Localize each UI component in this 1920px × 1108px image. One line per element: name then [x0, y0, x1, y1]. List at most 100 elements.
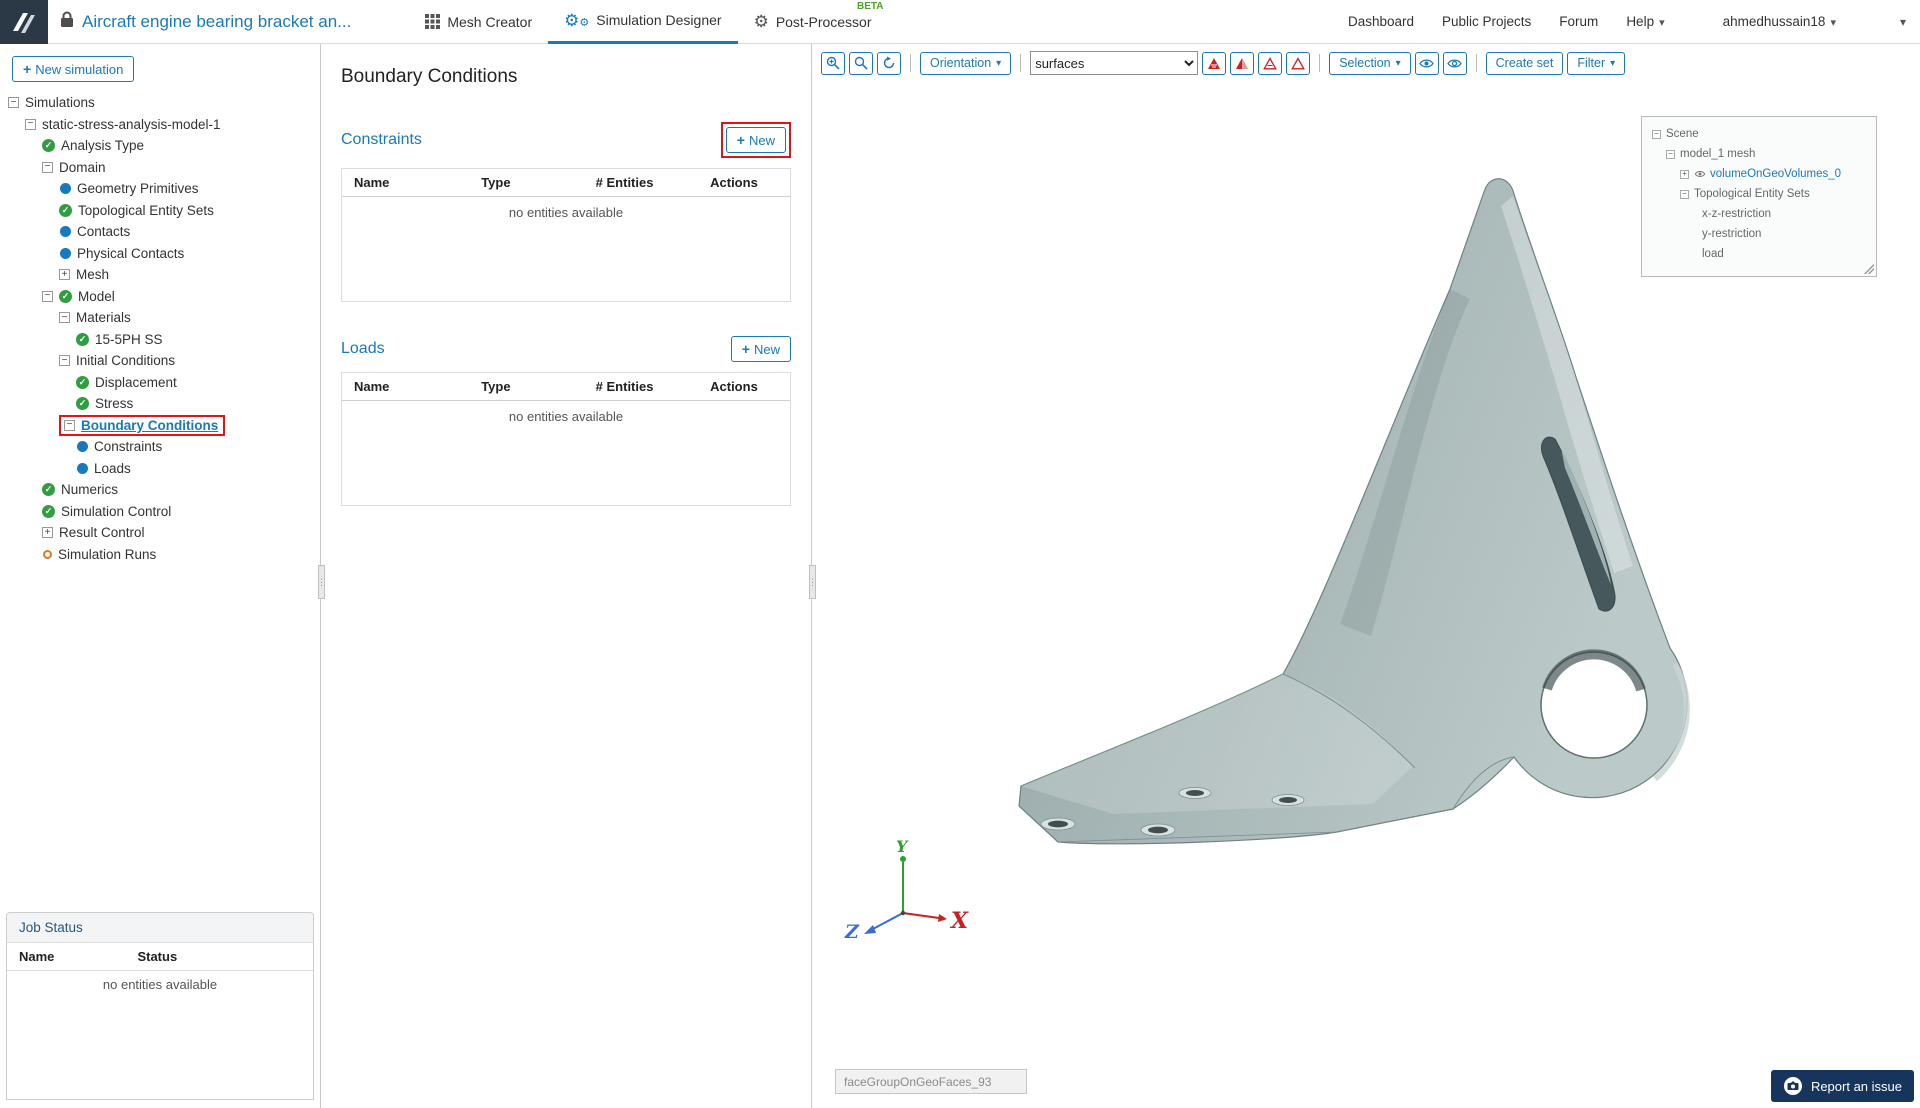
collapse-icon[interactable]: [64, 419, 75, 431]
simscale-logo-icon[interactable]: [0, 0, 48, 44]
tree-item-numerics[interactable]: Numerics: [0, 479, 320, 501]
scene-item-load[interactable]: load: [1650, 244, 1868, 264]
tree-item-boundary-conditions[interactable]: Boundary Conditions: [0, 414, 320, 437]
selection-button[interactable]: Selection: [1329, 51, 1411, 75]
sidebar-resize-handle[interactable]: ⋮: [317, 565, 326, 599]
nav-link-forum[interactable]: Forum: [1559, 14, 1598, 29]
eye-icon[interactable]: [1694, 170, 1706, 178]
loads-heading: Loads: [341, 340, 385, 357]
mesh-quality-outline-triangle-icon[interactable]: [1258, 51, 1283, 75]
simulation-tree-sidebar: New simulation Simulations static-stress…: [0, 44, 321, 1108]
hide-eye-icon[interactable]: [1414, 51, 1439, 75]
tree-item-stress[interactable]: Stress: [0, 393, 320, 415]
col-type: Type: [481, 175, 511, 190]
collapse-icon[interactable]: [1680, 189, 1689, 199]
lock-icon: [60, 11, 74, 33]
mesh-quality-half-triangle-icon[interactable]: [1230, 51, 1255, 75]
simulation-tree: Simulations static-stress-analysis-model…: [0, 92, 320, 912]
tree-item-simulation-control[interactable]: Simulation Control: [0, 501, 320, 523]
surface-filter-select[interactable]: surfaces: [1030, 51, 1199, 75]
nav-link-help[interactable]: Help: [1626, 14, 1664, 29]
tree-item-model[interactable]: Model: [0, 286, 320, 308]
page-title: Boundary Conditions: [341, 66, 518, 87]
loads-table: Name Type # Entities Actions no entities…: [341, 372, 791, 506]
collapse-icon[interactable]: [1652, 129, 1661, 139]
user-menu[interactable]: ahmedhussain18: [1723, 14, 1836, 29]
red-highlight-box: Boundary Conditions: [59, 414, 226, 436]
scene-item-scene[interactable]: Scene: [1650, 124, 1868, 144]
tree-item-simulation-runs[interactable]: Simulation Runs: [0, 544, 320, 566]
collapse-icon[interactable]: [1666, 149, 1675, 159]
nav-link-public-projects[interactable]: Public Projects: [1442, 14, 1531, 29]
tree-item-mesh[interactable]: Mesh: [0, 264, 320, 286]
collapse-icon[interactable]: [8, 97, 19, 109]
x-axis-label: X: [949, 908, 969, 934]
tree-item-analysis-type[interactable]: Analysis Type: [0, 135, 320, 157]
tree-item-topological-entity-sets[interactable]: Topological Entity Sets: [0, 200, 320, 222]
scene-item-topological-entity-sets[interactable]: Topological Entity Sets: [1650, 184, 1868, 204]
orientation-button[interactable]: Orientation: [920, 51, 1012, 75]
new-simulation-button[interactable]: New simulation: [12, 56, 135, 82]
filter-button[interactable]: Filter: [1567, 51, 1626, 75]
collapse-icon[interactable]: [42, 290, 53, 302]
mesh-quality-triangle-icon[interactable]: [1286, 51, 1311, 75]
tree-item-material[interactable]: 15-5PH SS: [0, 329, 320, 351]
tree-item-simulation[interactable]: static-stress-analysis-model-1: [0, 114, 320, 136]
check-icon: [42, 139, 55, 153]
show-eye-icon[interactable]: [1442, 51, 1467, 75]
loads-section: Loads New Name Type # Entities Actions n…: [341, 336, 791, 506]
zoom-box-icon[interactable]: [849, 51, 873, 75]
toolbar-divider: [1319, 54, 1321, 72]
new-load-button[interactable]: New: [730, 336, 791, 362]
nav-link-dashboard[interactable]: Dashboard: [1348, 14, 1414, 29]
scene-item-y-restriction[interactable]: y-restriction: [1650, 224, 1868, 244]
scene-item-volume[interactable]: volumeOnGeoVolumes_0: [1650, 164, 1868, 184]
tree-item-geometry-primitives[interactable]: Geometry Primitives: [0, 178, 320, 200]
scene-item-model-mesh[interactable]: model_1 mesh: [1650, 144, 1868, 164]
project-title[interactable]: Aircraft engine bearing bracket an...: [82, 12, 351, 32]
panel-resize-handle[interactable]: ⋮: [808, 565, 817, 599]
constraints-section: Constraints New Name Type # Entities Act…: [341, 122, 791, 302]
viewport-3d[interactable]: Orientation surfaces Selection: [813, 44, 1920, 1108]
navbar-links: Dashboard Public Projects Forum Help ahm…: [1348, 14, 1920, 29]
resize-grip-icon[interactable]: [1864, 264, 1874, 274]
expand-icon[interactable]: [42, 527, 53, 539]
report-issue-button[interactable]: Report an issue: [1770, 1070, 1914, 1102]
scene-tree-overlay: Scene model_1 mesh volumeOnGeoVolumes_0 …: [1641, 116, 1877, 277]
chevron-down-icon[interactable]: ▾: [1900, 15, 1906, 29]
tree-item-initial-conditions[interactable]: Initial Conditions: [0, 350, 320, 372]
check-icon: [42, 483, 55, 497]
tree-item-displacement[interactable]: Displacement: [0, 372, 320, 394]
mesh-quality-filled-triangle-icon[interactable]: [1202, 51, 1227, 75]
tree-item-materials[interactable]: Materials: [0, 307, 320, 329]
tree-item-result-control[interactable]: Result Control: [0, 522, 320, 544]
zoom-in-icon[interactable]: [821, 51, 845, 75]
boundary-conditions-panel: Boundary Conditions Constraints New Name…: [321, 44, 812, 1108]
create-set-button[interactable]: Create set: [1485, 51, 1564, 75]
collapse-icon[interactable]: [59, 312, 70, 324]
collapse-icon[interactable]: [25, 118, 36, 130]
tree-item-domain[interactable]: Domain: [0, 157, 320, 179]
expand-icon[interactable]: [1680, 169, 1689, 179]
col-name: Name: [354, 379, 390, 394]
new-constraint-button[interactable]: New: [725, 127, 786, 153]
face-group-tooltip: faceGroupOnGeoFaces_93: [835, 1069, 1027, 1094]
y-axis-label: Y: [896, 838, 909, 856]
axes-triad: Y X Z: [844, 838, 969, 943]
scene-item-xz-restriction[interactable]: x-z-restriction: [1650, 204, 1868, 224]
refresh-icon[interactable]: [877, 51, 901, 75]
empty-table-text: no entities available: [508, 205, 624, 220]
collapse-icon[interactable]: [42, 161, 53, 173]
tree-item-constraints[interactable]: Constraints: [0, 436, 320, 458]
tab-simulation-designer[interactable]: ⚙⚙ Simulation Designer: [548, 0, 738, 44]
tab-post-processor[interactable]: ⚙ Post-Processor BETA: [738, 0, 888, 44]
tab-mesh-creator[interactable]: Mesh Creator: [409, 0, 548, 44]
beta-badge: BETA: [857, 0, 884, 12]
tree-item-contacts[interactable]: Contacts: [0, 221, 320, 243]
tree-item-loads[interactable]: Loads: [0, 458, 320, 480]
tree-item-physical-contacts[interactable]: Physical Contacts: [0, 243, 320, 265]
expand-icon[interactable]: [59, 269, 70, 281]
tree-item-simulations[interactable]: Simulations: [0, 92, 320, 114]
collapse-icon[interactable]: [59, 355, 70, 367]
col-type: Type: [481, 379, 511, 394]
